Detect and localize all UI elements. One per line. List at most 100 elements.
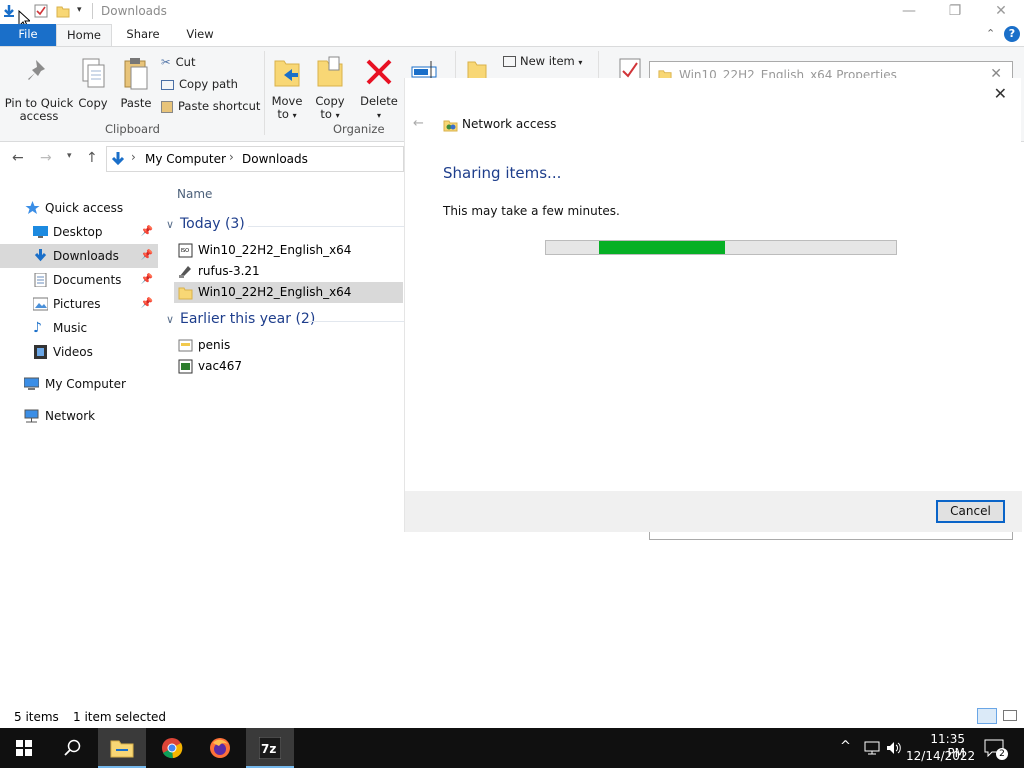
recent-locations-icon[interactable]: ▾ <box>67 151 72 161</box>
copy-to-button[interactable]: Copy to ▾ <box>310 55 350 122</box>
cancel-button[interactable]: Cancel <box>936 500 1005 523</box>
network-tray-icon[interactable] <box>864 741 880 755</box>
start-button[interactable] <box>0 728 48 768</box>
nav-label: Desktop <box>53 225 103 239</box>
show-hidden-icons-icon[interactable]: ^ <box>840 739 851 754</box>
new-item-button[interactable]: New item ▾ <box>503 51 582 71</box>
taskbar: 7z ^ 11:35 PM 12/14/2022 2 <box>0 728 1024 768</box>
delete-x-icon <box>366 59 392 85</box>
taskbar-7zip[interactable]: 7z <box>246 728 294 768</box>
file-row[interactable]: ISO Win10_22H2_English_x64 <box>174 240 403 261</box>
minimize-button[interactable]: — <box>886 0 932 24</box>
firefox-icon <box>210 738 230 758</box>
pin-icon: 📌 <box>140 298 153 309</box>
chrome-icon <box>162 738 183 759</box>
up-arrow-icon[interactable]: ↑ <box>86 150 98 166</box>
paste-label: Paste <box>120 96 152 110</box>
download-arrow-icon[interactable] <box>2 4 16 18</box>
dialog-close-icon[interactable]: ✕ <box>994 84 1007 103</box>
maximize-button[interactable]: ❐ <box>932 0 978 24</box>
chevron-down-icon: ∨ <box>166 218 175 231</box>
exe-icon <box>178 359 193 374</box>
windows-logo-icon <box>16 740 32 756</box>
file-row[interactable]: vac467 <box>174 356 403 377</box>
chevron-down-icon: ∨ <box>166 313 175 326</box>
details-view-icon[interactable] <box>977 708 997 724</box>
forward-arrow-icon[interactable]: → <box>40 150 52 166</box>
new-folder-icon[interactable] <box>56 4 70 18</box>
navigation-pane: Quick access Desktop 📌 Downloads 📌 Docum… <box>0 176 158 704</box>
move-to-button[interactable]: Move to ▾ <box>268 55 306 122</box>
file-row-selected[interactable]: Win10_22H2_English_x64 <box>174 282 403 303</box>
copy-button[interactable]: Copy <box>74 57 112 110</box>
title-bar: ▾ Downloads — ❐ ✕ <box>0 0 1024 29</box>
address-bar[interactable]: › My Computer › Downloads <box>106 146 404 172</box>
tab-view[interactable]: View <box>172 24 228 46</box>
nav-label: Music <box>53 321 88 335</box>
back-arrow-icon[interactable]: ← <box>12 150 24 166</box>
breadcrumb-downloads[interactable]: Downloads <box>242 152 308 166</box>
taskbar-chrome[interactable] <box>148 728 196 768</box>
pin-label: Pin to Quick access <box>4 96 74 123</box>
window-title: Downloads <box>101 4 167 18</box>
nav-label: My Computer <box>45 377 126 391</box>
taskbar-file-explorer[interactable] <box>98 728 146 768</box>
volume-icon[interactable] <box>886 740 902 756</box>
pin-icon: 📌 <box>140 250 153 261</box>
copy-to-label: Copy to <box>315 94 345 121</box>
large-icons-view-icon[interactable] <box>1003 710 1017 721</box>
pictures-icon <box>33 297 48 311</box>
nav-network[interactable]: Network <box>0 404 158 428</box>
tab-home[interactable]: Home <box>56 24 112 46</box>
nav-desktop[interactable]: Desktop 📌 <box>0 220 158 244</box>
tab-share[interactable]: Share <box>114 24 172 46</box>
help-icon[interactable]: ? <box>1004 26 1020 42</box>
paste-shortcut-label: Paste shortcut <box>178 99 261 113</box>
file-name: vac467 <box>198 359 242 373</box>
customize-quick-access-icon[interactable]: ▾ <box>77 5 82 15</box>
nav-documents[interactable]: Documents 📌 <box>0 268 158 292</box>
file-row[interactable]: penis <box>174 335 403 356</box>
close-button[interactable]: ✕ <box>978 0 1024 24</box>
new-item-label: New item <box>520 54 575 68</box>
nav-my-computer[interactable]: My Computer <box>0 372 158 396</box>
iso-icon: ISO <box>178 243 193 258</box>
nav-music[interactable]: ♪ Music <box>0 316 158 340</box>
organize-group-label: Organize <box>333 122 385 136</box>
navigation-row: ← → ▾ ↑ › My Computer › Downloads <box>0 142 404 176</box>
nav-quick-access[interactable]: Quick access <box>0 196 158 220</box>
group-header-today[interactable]: ∨ Today (3) <box>166 216 245 232</box>
clock-date[interactable]: 12/14/2022 <box>906 749 975 763</box>
collapse-ribbon-icon[interactable]: ⌃ <box>986 27 995 40</box>
file-row[interactable]: rufus-3.21 <box>174 261 403 282</box>
search-button[interactable] <box>48 728 96 768</box>
copy-path-button[interactable]: Copy path <box>161 74 238 94</box>
paste-shortcut-button[interactable]: Paste shortcut <box>161 96 260 116</box>
column-header-name[interactable]: Name <box>177 187 212 201</box>
copy-label: Copy <box>78 96 108 110</box>
breadcrumb-my-computer[interactable]: My Computer <box>145 152 226 166</box>
dialog-heading: Sharing items... <box>443 164 562 182</box>
move-to-icon <box>274 60 300 87</box>
nav-pictures[interactable]: Pictures 📌 <box>0 292 158 316</box>
delete-label: Delete <box>360 94 398 108</box>
sharing-progress-bar <box>545 240 897 255</box>
item-count: 5 items <box>14 710 59 724</box>
group-header-earlier-this-year[interactable]: ∨ Earlier this year (2) <box>166 311 315 327</box>
tab-file[interactable]: File <box>0 24 56 46</box>
paste-button[interactable]: Paste <box>116 57 156 110</box>
dialog-back-arrow-icon[interactable]: ← <box>413 116 424 131</box>
taskbar-firefox[interactable] <box>196 728 244 768</box>
nav-videos[interactable]: Videos <box>0 340 158 364</box>
nav-downloads[interactable]: Downloads 📌 <box>0 244 158 268</box>
scissors-icon: ✂ <box>161 55 171 69</box>
nav-label: Network <box>45 409 96 423</box>
delete-button[interactable]: Delete ▾ <box>358 55 400 122</box>
properties-check-icon[interactable] <box>34 4 48 18</box>
selection-count: 1 item selected <box>73 710 167 724</box>
file-name: Win10_22H2_English_x64 <box>198 243 352 257</box>
pin-icon: 📌 <box>140 226 153 237</box>
cut-button[interactable]: ✂ Cut <box>161 52 195 72</box>
progress-fill <box>599 241 725 254</box>
pin-to-quick-access-button[interactable]: Pin to Quick access <box>4 57 74 123</box>
